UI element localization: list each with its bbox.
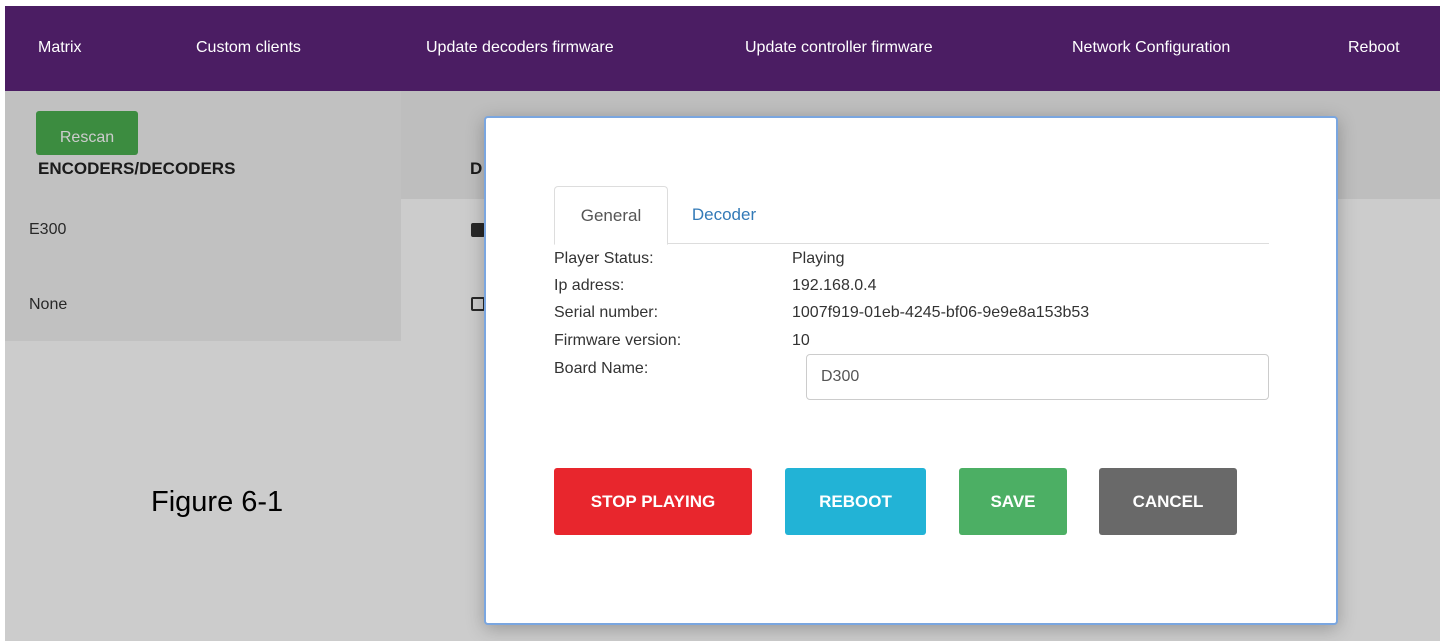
decoder-settings-modal: General Decoder Player Status: Playing I… — [484, 116, 1338, 625]
save-button[interactable]: SAVE — [959, 468, 1067, 535]
player-status-label: Player Status: — [554, 250, 654, 267]
nav-network-configuration[interactable]: Network Configuration — [1072, 39, 1230, 57]
figure-caption: Figure 6-1 — [151, 486, 284, 518]
nav-update-controller-firmware[interactable]: Update controller firmware — [745, 39, 933, 57]
serial-number-label: Serial number: — [554, 304, 659, 321]
nav-update-decoders-firmware[interactable]: Update decoders firmware — [426, 39, 614, 57]
serial-number-value: 1007f919-01eb-4245-bf06-9e9e8a153b53 — [792, 304, 1090, 321]
cancel-button[interactable]: CANCEL — [1099, 468, 1237, 535]
firmware-version-value: 10 — [792, 332, 810, 349]
nav-reboot[interactable]: Reboot — [1348, 39, 1400, 57]
nav-custom-clients[interactable]: Custom clients — [196, 39, 301, 57]
stop-playing-button[interactable]: STOP PLAYING — [554, 468, 752, 535]
firmware-version-label: Firmware version: — [554, 332, 682, 349]
ip-address-value: 192.168.0.4 — [792, 277, 877, 294]
app-page: Matrix Custom clients Update decoders fi… — [5, 6, 1440, 641]
player-status-value: Playing — [792, 250, 845, 267]
reboot-button[interactable]: REBOOT — [785, 468, 926, 535]
board-name-label: Board Name: — [554, 360, 649, 377]
tab-general[interactable]: General — [554, 186, 668, 245]
ip-address-label: Ip adress: — [554, 277, 625, 294]
nav-matrix[interactable]: Matrix — [38, 39, 82, 57]
tab-decoder[interactable]: Decoder — [668, 186, 780, 245]
modal-tabs: General Decoder — [554, 186, 1269, 245]
board-name-input[interactable] — [806, 354, 1269, 400]
top-navbar: Matrix Custom clients Update decoders fi… — [5, 6, 1440, 91]
